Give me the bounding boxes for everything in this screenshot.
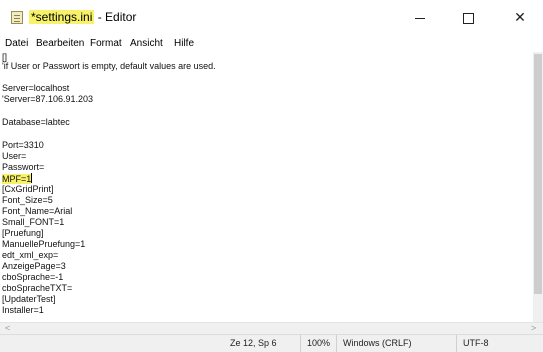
vertical-scrollbar[interactable] — [533, 52, 543, 322]
editor-line: Font_Size=5 — [2, 195, 53, 205]
editor-line: AnzeigePage=3 — [2, 261, 66, 271]
editor-line: Database=labtec — [2, 117, 70, 127]
close-icon: ✕ — [514, 10, 526, 26]
maximize-button[interactable] — [445, 2, 491, 34]
window-title-app: - Editor — [94, 10, 137, 24]
window-title: *settings.ini - Editor — [29, 9, 136, 26]
cursor-position: Ze 12, Sp 6 — [230, 338, 277, 348]
zoom-level: 100% — [300, 335, 336, 352]
menu-format[interactable]: Format — [90, 36, 122, 52]
minimize-button[interactable] — [397, 2, 443, 34]
window-title-filename: *settings.ini — [29, 10, 95, 24]
editor-line: [UpdaterTest] — [2, 294, 56, 304]
editor-line: 'if User or Passwort is empty, default v… — [2, 61, 216, 71]
menu-bearbeiten[interactable]: Bearbeiten — [36, 36, 84, 52]
menu-bar: Datei Bearbeiten Format Ansicht Hilfe — [0, 36, 543, 52]
title-bar: *settings.ini - Editor ✕ — [0, 0, 543, 36]
line-ending: Windows (CRLF) — [336, 335, 456, 352]
editor-line: Port=3310 — [2, 140, 44, 150]
editor-line: Server=localhost — [2, 83, 70, 93]
editor-line: edt_xml_exp= — [2, 250, 59, 260]
encoding: UTF-8 — [456, 335, 543, 352]
editor-line: 'Server=87.106.91.203 — [2, 94, 94, 104]
scroll-right-arrow-icon[interactable]: > — [531, 323, 536, 334]
editor-line: cboSprache=-1 — [2, 272, 64, 282]
editor-line: [Pruefung] — [2, 228, 44, 238]
text-editor[interactable]: [] 'if User or Passwort is empty, defaul… — [0, 52, 533, 322]
horizontal-scrollbar[interactable]: < > — [0, 322, 543, 334]
maximize-icon — [462, 12, 474, 24]
text-caret — [31, 173, 33, 183]
editor-line: ManuellePruefung=1 — [2, 239, 86, 249]
menu-ansicht[interactable]: Ansicht — [130, 36, 163, 52]
menu-datei[interactable]: Datei — [5, 36, 28, 52]
editor-line: Small_FONT=1 — [2, 217, 65, 227]
scroll-left-arrow-icon[interactable]: < — [5, 323, 10, 334]
minimize-icon — [415, 17, 425, 19]
editor-line: Passwort= — [2, 162, 45, 172]
editor-line: Font_Name=Arial — [2, 206, 73, 216]
editor-line: User= — [2, 151, 27, 161]
vertical-scrollbar-thumb[interactable] — [534, 54, 542, 294]
notepad-icon — [11, 11, 23, 24]
editor-line-current: MPF=1 — [2, 173, 33, 184]
editor-line: cboSpracheTXT= — [2, 283, 73, 293]
close-button[interactable]: ✕ — [497, 2, 543, 34]
editor-line: [CxGridPrint] — [2, 184, 54, 194]
editor-line: Installer=1 — [2, 305, 44, 315]
menu-hilfe[interactable]: Hilfe — [174, 36, 194, 52]
status-bar: Ze 12, Sp 6 100% Windows (CRLF) UTF-8 — [0, 334, 543, 352]
highlighted-text: MPF=1 — [2, 174, 32, 184]
